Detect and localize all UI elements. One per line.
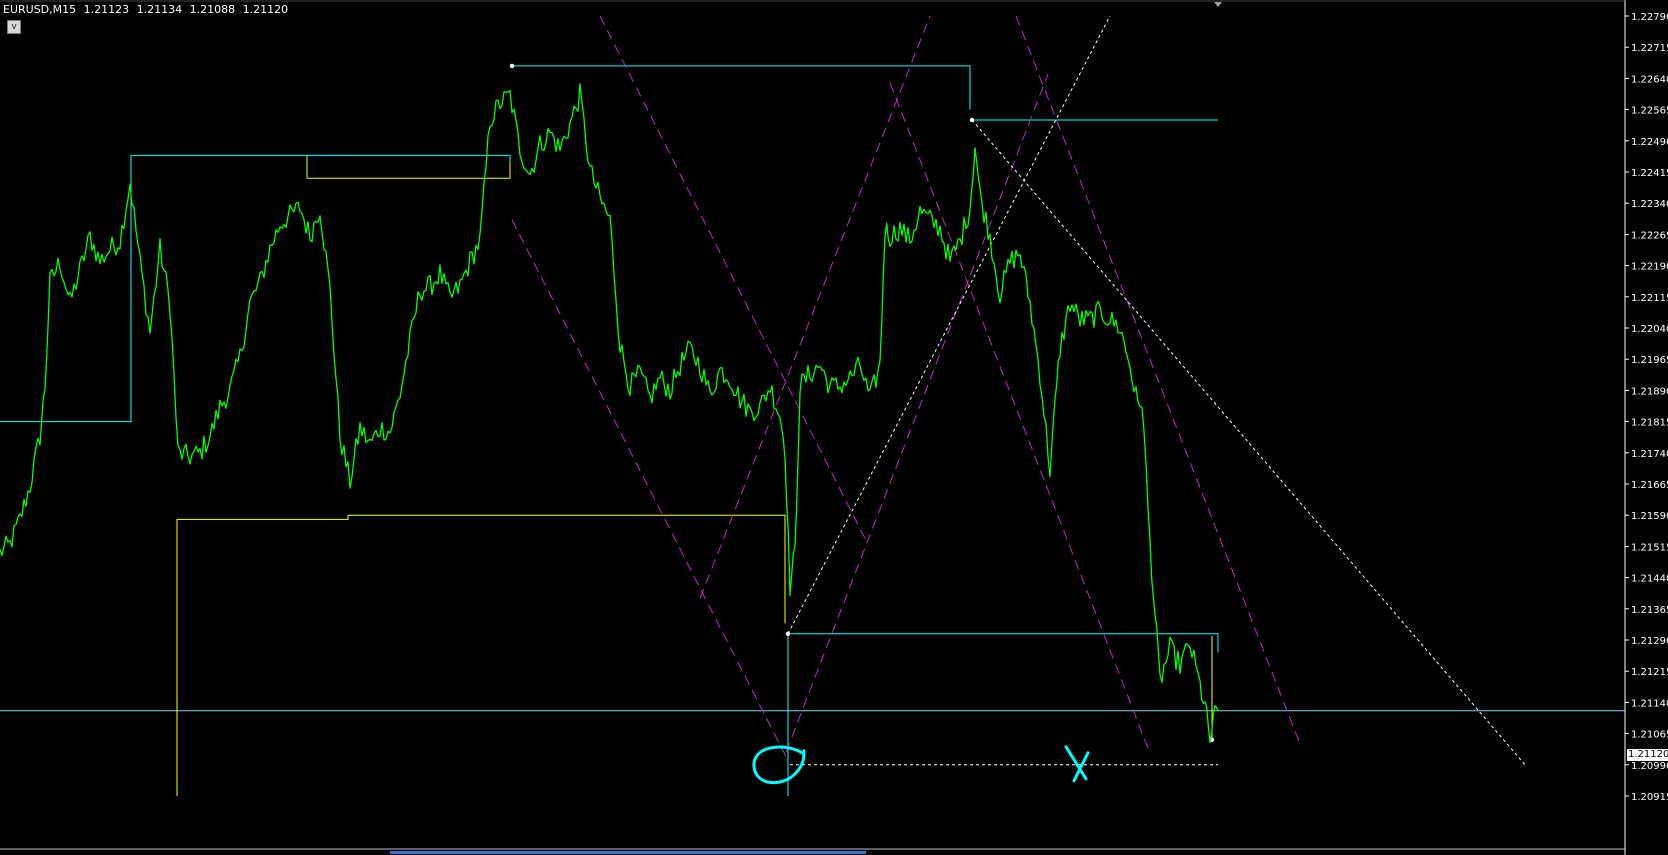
y-tick-label: 1.20990	[1631, 761, 1668, 772]
low-price: 1.21088	[189, 3, 236, 16]
chart-background	[0, 0, 1668, 855]
y-tick-label: 1.22640	[1631, 74, 1668, 85]
y-tick-label: 1.21215	[1631, 667, 1668, 678]
y-tick-label: 1.22040	[1631, 324, 1668, 335]
y-tick-label: 1.21440	[1631, 574, 1668, 585]
y-tick-label: 1.22265	[1631, 230, 1668, 241]
y-tick-label: 1.22790	[1631, 12, 1668, 23]
anchor-point	[785, 631, 791, 636]
scroll-bar-hint	[390, 851, 866, 854]
current-price-tag: 1.21120	[1627, 749, 1668, 761]
y-tick-label: 1.21815	[1631, 418, 1668, 429]
chart-window[interactable]: 1.22790 1.22715 1.22640 1.22565 1.22490 1.224…	[0, 0, 1668, 855]
y-tick-label: 1.21590	[1631, 511, 1668, 522]
open-price: 1.21123	[83, 3, 130, 16]
high-price: 1.21134	[136, 3, 183, 16]
price-chart[interactable]: 1.22790 1.22715 1.22640 1.22565 1.22490 1.224…	[0, 0, 1668, 855]
y-tick-label: 1.21515	[1631, 542, 1668, 553]
y-tick-label: 1.21365	[1631, 605, 1668, 616]
y-tick-label: 1.22340	[1631, 199, 1668, 210]
collapse-button[interactable]: v	[7, 20, 21, 34]
y-tick-label: 1.21965	[1631, 355, 1668, 366]
y-tick-label: 1.21065	[1631, 730, 1668, 741]
y-tick-label: 1.22190	[1631, 262, 1668, 273]
y-tick-label: 1.22490	[1631, 137, 1668, 148]
y-tick-label: 1.21890	[1631, 386, 1668, 397]
y-tick-label: 1.22415	[1631, 168, 1668, 179]
y-tick-label: 1.21290	[1631, 636, 1668, 647]
y-tick-label: 1.21140	[1631, 698, 1668, 709]
y-tick-label: 1.22565	[1631, 106, 1668, 117]
anchor-point	[969, 117, 975, 123]
y-tick-label: 1.22715	[1631, 43, 1668, 54]
y-tick-label: 1.22115	[1631, 293, 1668, 304]
y-tick-label: 1.21740	[1631, 449, 1668, 460]
y-tick-label: 1.21665	[1631, 480, 1668, 491]
symbol-header: EURUSD,M15 1.21123 1.21134 1.21088 1.211…	[3, 3, 292, 16]
y-tick-label: 1.20915	[1631, 792, 1668, 803]
close-price: 1.21120	[242, 3, 289, 16]
anchor-point	[509, 63, 515, 69]
symbol-timeframe: EURUSD,M15	[3, 3, 77, 16]
